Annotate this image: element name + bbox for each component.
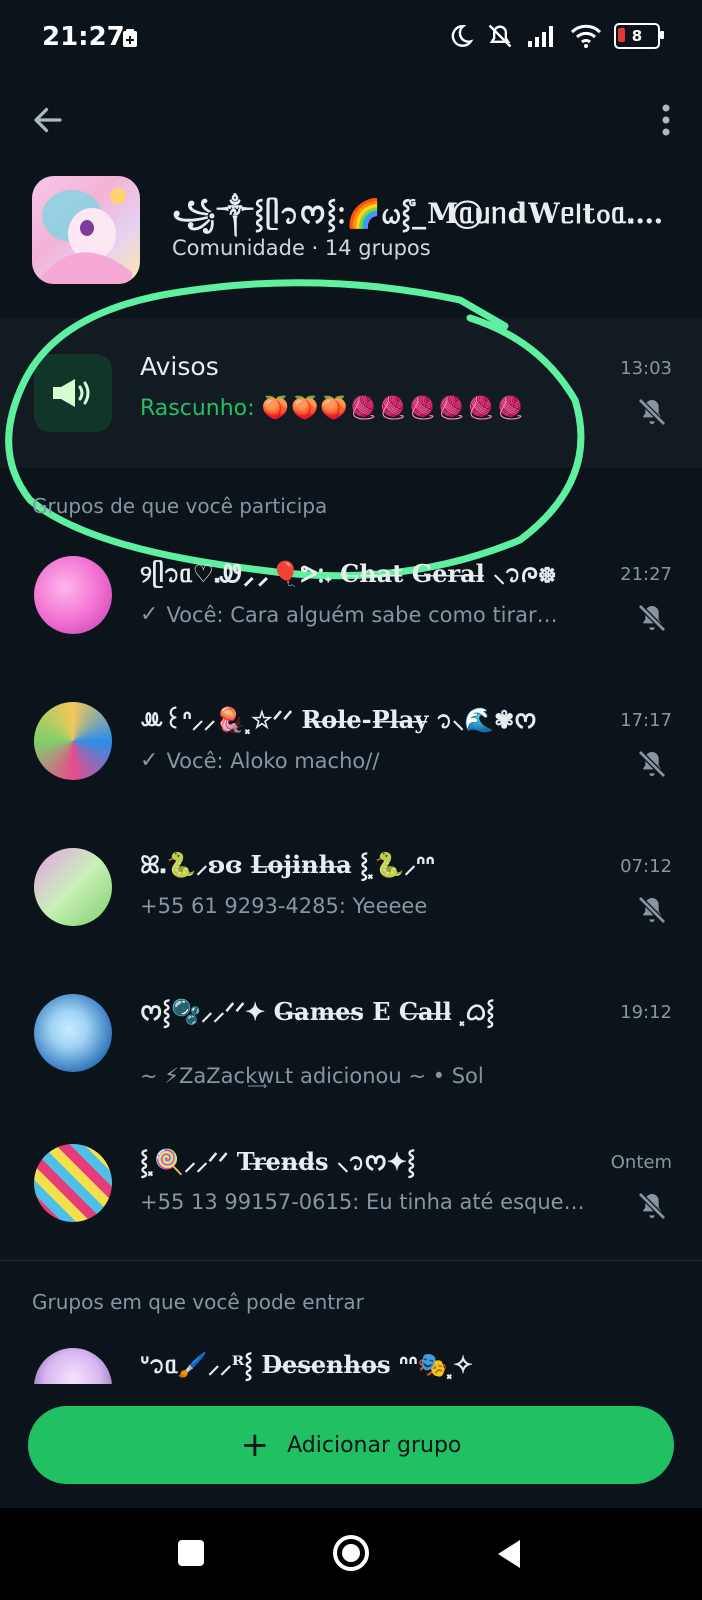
group-row[interactable]: ᰔ⸾🫧⸝⸝ᐟᐟ✦ G̶a̶m̶e̶s̶ E C̶a̶l̶l̶ ⸼⁠ᜊ⸾ ~ ⚡Z… xyxy=(0,976,702,1116)
group-last-message: ✓ Você: Aloko macho// xyxy=(140,748,602,773)
system-nav-bar xyxy=(0,1508,702,1600)
section-divider xyxy=(0,1260,702,1261)
group-row[interactable]: ꔛ꒰ᐢ⸝⸝🪼⸼☆ᐟᐟ R̶o̶l̶e̶-P̶l̶a̶y̶ ᭡⸜🌊✾ᰔ ✓ Voc… xyxy=(0,684,702,824)
group-name: ꔛ꒰ᐢ⸝⸝🪼⸼☆ᐟᐟ R̶o̶l̶e̶-P̶l̶a̶y̶ ᭡⸜🌊✾ᰔ xyxy=(140,705,537,734)
group-row[interactable]: ⸾⸼🍭⸝⸝ᐟᐟ Tr̶e̶n̶d̶s ⸜᭡ᰔ✦⸾ +55 13 99157-06… xyxy=(0,1126,702,1266)
group-time: 17:17 xyxy=(620,710,672,731)
group-name: ୨ᥫ᭡ᥲ♡⸼Ꮺ⸝⸝🎈⁠ᕗᱺ𝅄 C̶h̶a̶t̶ G̶e̶r̶a̶l̶ ⸜᭡ᰍ᪥ xyxy=(140,559,557,588)
recents-icon[interactable] xyxy=(176,1538,206,1568)
mute-icon xyxy=(488,24,512,48)
more-options-icon[interactable] xyxy=(660,102,672,138)
announcements-title: Avisos xyxy=(140,352,219,381)
announcements-time: 13:03 xyxy=(620,358,672,379)
clipboard-icon xyxy=(123,29,137,47)
group-avatar[interactable] xyxy=(34,848,112,926)
draft-label: Rascunho: xyxy=(140,396,255,421)
app-bar xyxy=(0,88,702,152)
plus-icon: + xyxy=(240,1425,270,1465)
status-bar: 21:27 8 xyxy=(0,0,702,78)
battery-level: 8 xyxy=(631,27,643,45)
announcements-draft: Rascunho: 🍑🍑🍑🧶🧶🧶🧶🧶🧶 xyxy=(140,396,526,421)
group-last-message: ✓ Você: Cara alguém sabe como tirar… xyxy=(140,602,602,627)
group-row[interactable]: ꕤ⸼🐍⁠⸝⁠ʚ⁠ɞ⁠ L̶o̶j̶i̶n̶h̶a̶ ⸾⸼⁠🐍⸝ᐢᐢ +55 61… xyxy=(0,830,702,970)
draft-text: 🍑🍑🍑🧶🧶🧶🧶🧶🧶 xyxy=(261,396,527,421)
group-time: 19:12 xyxy=(620,1002,672,1023)
group-name: ꕤ⸼🐍⁠⸝⁠ʚ⁠ɞ⁠ L̶o̶j̶i̶n̶h̶a̶ ⸾⸼⁠🐍⸝ᐢᐢ xyxy=(140,850,435,879)
group-message-text: +55 13 99157-0615: Eu tinha até esque… xyxy=(140,1190,585,1214)
home-icon[interactable] xyxy=(331,1533,371,1573)
group-name: ⸾⸼🍭⸝⸝ᐟᐟ Tr̶e̶n̶d̶s ⸜᭡ᰔ✦⸾ xyxy=(140,1147,416,1176)
community-avatar[interactable] xyxy=(32,176,140,284)
muted-bell-icon xyxy=(638,750,666,778)
group-avatar[interactable] xyxy=(34,1144,112,1222)
group-message-text: Você: Cara alguém sabe como tirar… xyxy=(166,602,558,627)
muted-bell-icon xyxy=(638,604,666,632)
community-subtitle: Comunidade · 14 grupos xyxy=(172,236,431,260)
announcements-row[interactable]: Avisos Rascunho: 🍑🍑🍑🧶🧶🧶🧶🧶🧶 13:03 xyxy=(0,318,702,468)
group-name: ᐡ᭡ᥲ🖌️⸝⸝ᴿ⸾ D̶e̶s̶e̶n̶h̶o̶s̶ ᐢᐢ🎭⸼✧ xyxy=(140,1350,474,1379)
sent-check-icon: ✓ xyxy=(140,602,159,627)
group-last-message: ~ ⚡ZaZack͢wʟt adicionou ~ • Sol xyxy=(140,1064,602,1088)
community-header[interactable]: ꧁⁠༒⸾⁠ᥫ᭡ᰔ⸾ᱺ⁠🌈⁠ᤐ⁠⸾⁠ᷛ⁠_Mᥲ⃝⁠ᥙ⁠ᥒdWᥱ𝗅t᧐ᥲ⸼⁠ᐟᐟ⸾⁠… xyxy=(0,168,702,292)
signal-icon xyxy=(528,26,553,47)
sent-check-icon: ✓ xyxy=(140,748,159,773)
megaphone-icon xyxy=(34,354,112,432)
section-available-groups: Grupos em que você pode entrar xyxy=(32,1290,364,1314)
group-row[interactable]: ᐡ᭡ᥲ🖌️⸝⸝ᴿ⸾ D̶e̶s̶e̶n̶h̶o̶s̶ ᐢᐢ🎭⸼✧ xyxy=(0,1330,702,1384)
muted-bell-icon xyxy=(638,398,666,426)
group-avatar[interactable] xyxy=(34,994,112,1072)
status-time: 21:27 xyxy=(42,22,125,52)
group-time: 07:12 xyxy=(620,856,672,877)
group-avatar[interactable] xyxy=(34,1348,112,1384)
group-time: 21:27 xyxy=(620,564,672,585)
group-message-text: +55 61 9293-4285: Yeeeee xyxy=(140,894,428,918)
add-group-label: Adicionar grupo xyxy=(287,1432,462,1458)
muted-bell-icon xyxy=(638,1192,666,1220)
back-arrow-icon[interactable] xyxy=(30,102,66,138)
group-row[interactable]: ୨ᥫ᭡ᥲ♡⸼Ꮺ⸝⸝🎈⁠ᕗᱺ𝅄 C̶h̶a̶t̶ G̶e̶r̶a̶l̶ ⸜᭡ᰍ᪥ … xyxy=(0,538,702,678)
group-message-text: Você: Aloko macho// xyxy=(166,748,380,773)
group-avatar[interactable] xyxy=(34,556,112,634)
back-nav-icon[interactable] xyxy=(494,1538,524,1570)
group-time: Ontem xyxy=(610,1152,672,1173)
group-message-text: ~ ⚡ZaZack͢wʟt adicionou ~ • Sol xyxy=(140,1064,484,1088)
moon-icon xyxy=(451,25,474,47)
section-joined-groups: Grupos de que você participa xyxy=(32,494,328,518)
group-last-message: +55 13 99157-0615: Eu tinha até esque… xyxy=(140,1190,602,1214)
muted-bell-icon xyxy=(638,896,666,924)
group-last-message: +55 61 9293-4285: Yeeeee xyxy=(140,894,602,918)
battery-indicator: 8 xyxy=(614,23,664,49)
group-name: ᰔ⸾🫧⸝⸝ᐟᐟ✦ G̶a̶m̶e̶s̶ E C̶a̶l̶l̶ ⸼⁠ᜊ⸾ xyxy=(140,997,495,1026)
group-avatar[interactable] xyxy=(34,702,112,780)
add-group-button[interactable]: + Adicionar grupo xyxy=(28,1406,674,1484)
wifi-icon xyxy=(570,24,602,48)
